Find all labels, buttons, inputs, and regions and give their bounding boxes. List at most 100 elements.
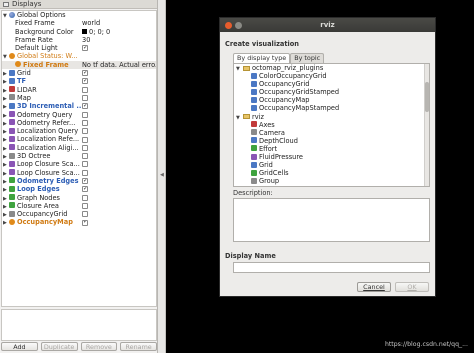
green-display-icon [9,202,15,209]
display-row[interactable]: ▶ Odometry Query [2,111,156,119]
display-row[interactable]: ▶ Graph Nodes [2,194,156,202]
display-row[interactable]: Frame Rate 30 [2,36,156,44]
color-swatch[interactable] [82,29,87,35]
add-display-dialog: rviz Create visualization By display typ… [219,17,436,297]
list-scrollbar[interactable] [424,64,429,186]
cancel-button[interactable]: Cancel [357,282,391,292]
dock-icon[interactable] [3,1,9,7]
display-row[interactable]: ▶ Localization Aligi... [2,144,156,152]
display-row[interactable]: ▶ Loop Closure Sca... [2,169,156,177]
display-row-label: Global Status: W... [17,52,78,61]
display-row-value[interactable]: world [82,19,156,27]
display-row[interactable]: ▶ 3D Incremental ... [2,102,156,110]
enable-checkbox[interactable] [82,211,88,218]
plugin-group-item[interactable]: ▼ rviz [234,113,429,121]
enable-checkbox[interactable] [82,202,88,209]
enable-checkbox[interactable] [82,178,88,185]
enable-checkbox[interactable] [82,144,88,151]
display-type-item[interactable]: GridCells [234,169,429,177]
display-name-input[interactable] [233,262,430,273]
enable-checkbox[interactable] [82,161,88,168]
purple-display-icon [9,144,15,151]
plugin-group-item[interactable]: ▼ octomap_rviz_plugins [234,64,429,72]
display-row[interactable]: ▶ Loop Edges [2,185,156,193]
display-row[interactable]: ▶ Grid [2,69,156,77]
warn-display-icon [15,61,21,68]
display-type-item[interactable]: OccupancyMap [234,96,429,104]
blue-display-icon [9,69,15,76]
list-item-label: OccupancyMap [259,96,310,105]
display-row-value[interactable]: 30 [82,36,156,44]
display-type-item[interactable]: OccupancyGrid [234,80,429,88]
display-row[interactable]: ▶ 3D Octree [2,152,156,160]
enable-checkbox[interactable] [82,186,88,193]
red-display-icon [9,86,15,93]
display-row-name: Fixed Frame [2,61,81,69]
display-row[interactable]: ▼ Global Options [2,11,156,19]
dialog-buttons: Cancel OK [357,282,429,292]
display-row[interactable]: ▶ Localization Refe... [2,135,156,143]
display-row[interactable]: ▶ Closure Area [2,202,156,210]
display-row-value[interactable]: No tf data. Actual erro... [82,61,156,69]
ok-label: OK [407,283,417,291]
display-type-item[interactable]: Group [234,177,429,185]
enable-checkbox[interactable] [82,111,88,118]
enable-checkbox[interactable] [82,153,88,160]
panel-splitter[interactable]: ◀ [158,0,166,353]
display-type-item[interactable]: OccupancyGridStamped [234,88,429,96]
display-row[interactable]: ▶ Localization Query [2,127,156,135]
purple-display-icon [9,160,15,167]
duplicate-button[interactable]: Duplicate [40,342,78,351]
display-type-item[interactable]: OccupancyMapStamped [234,104,429,112]
display-row[interactable]: ▶ Odometry Edges [2,177,156,185]
display-row[interactable]: ▼ Global Status: W... [2,52,156,60]
displays-title: Displays [12,0,42,8]
collapse-arrow-icon[interactable]: ◀ [160,172,164,178]
blue-display-icon [9,102,15,109]
display-row[interactable]: Default Light [2,44,156,52]
enable-checkbox[interactable] [82,119,88,126]
scrollbar-thumb[interactable] [425,82,429,112]
display-row[interactable]: ▶ Map [2,94,156,102]
display-type-item[interactable]: Axes [234,121,429,129]
enable-checkbox[interactable] [82,128,88,135]
display-type-item[interactable]: DepthCloud [234,137,429,145]
display-row[interactable]: Background Color 0; 0; 0 [2,28,156,36]
blue-display-icon [251,88,257,95]
add-button[interactable]: Add [1,342,38,351]
display-row[interactable]: ▶ TF [2,77,156,85]
enable-checkbox[interactable] [82,78,88,85]
display-row[interactable]: ▶ Loop Closure Sca... [2,160,156,168]
enable-checkbox[interactable] [82,194,88,201]
display-type-item[interactable]: Grid [234,161,429,169]
tab-by-display-type[interactable]: By display type [233,53,291,63]
display-type-item[interactable]: Camera [234,129,429,137]
displays-tree[interactable]: ▼ Global Options Fixed Frame world Backgroun… [1,10,157,307]
enable-checkbox[interactable] [82,45,88,52]
enable-checkbox[interactable] [82,70,88,77]
display-type-item[interactable]: Effort [234,145,429,153]
tab-by-topic[interactable]: By topic [290,53,325,63]
display-row[interactable]: ▶ OccupancyGrid [2,210,156,218]
display-row[interactable]: Fixed Frame world [2,19,156,27]
display-row-value[interactable]: 0; 0; 0 [82,28,156,36]
display-type-item[interactable]: FluidPressure [234,153,429,161]
enable-checkbox[interactable] [82,136,88,143]
display-row[interactable]: ▶ LIDAR [2,86,156,94]
enable-checkbox[interactable] [82,103,88,110]
enable-checkbox[interactable] [82,86,88,93]
ok-button[interactable]: OK [395,282,429,292]
display-type-item[interactable]: ColorOccupancyGrid [234,72,429,80]
rename-button[interactable]: Rename [120,342,157,351]
list-item-label: Axes [259,120,275,129]
enable-checkbox[interactable] [82,219,88,226]
display-type-list[interactable]: ▼ octomap_rviz_plugins ColorOccupancyGrid O… [233,63,430,187]
remove-button[interactable]: Remove [80,342,118,351]
display-row[interactable]: Fixed Frame No tf data. Actual erro... [2,60,156,70]
display-row[interactable]: ▶ OccupancyMap [2,218,156,226]
display-row[interactable]: ▶ Odometry Refer... [2,119,156,127]
enable-checkbox[interactable] [82,95,88,102]
enable-checkbox[interactable] [82,169,88,176]
display-row-label: Loop Closure Sca... [17,168,80,177]
green-display-icon [9,177,15,184]
